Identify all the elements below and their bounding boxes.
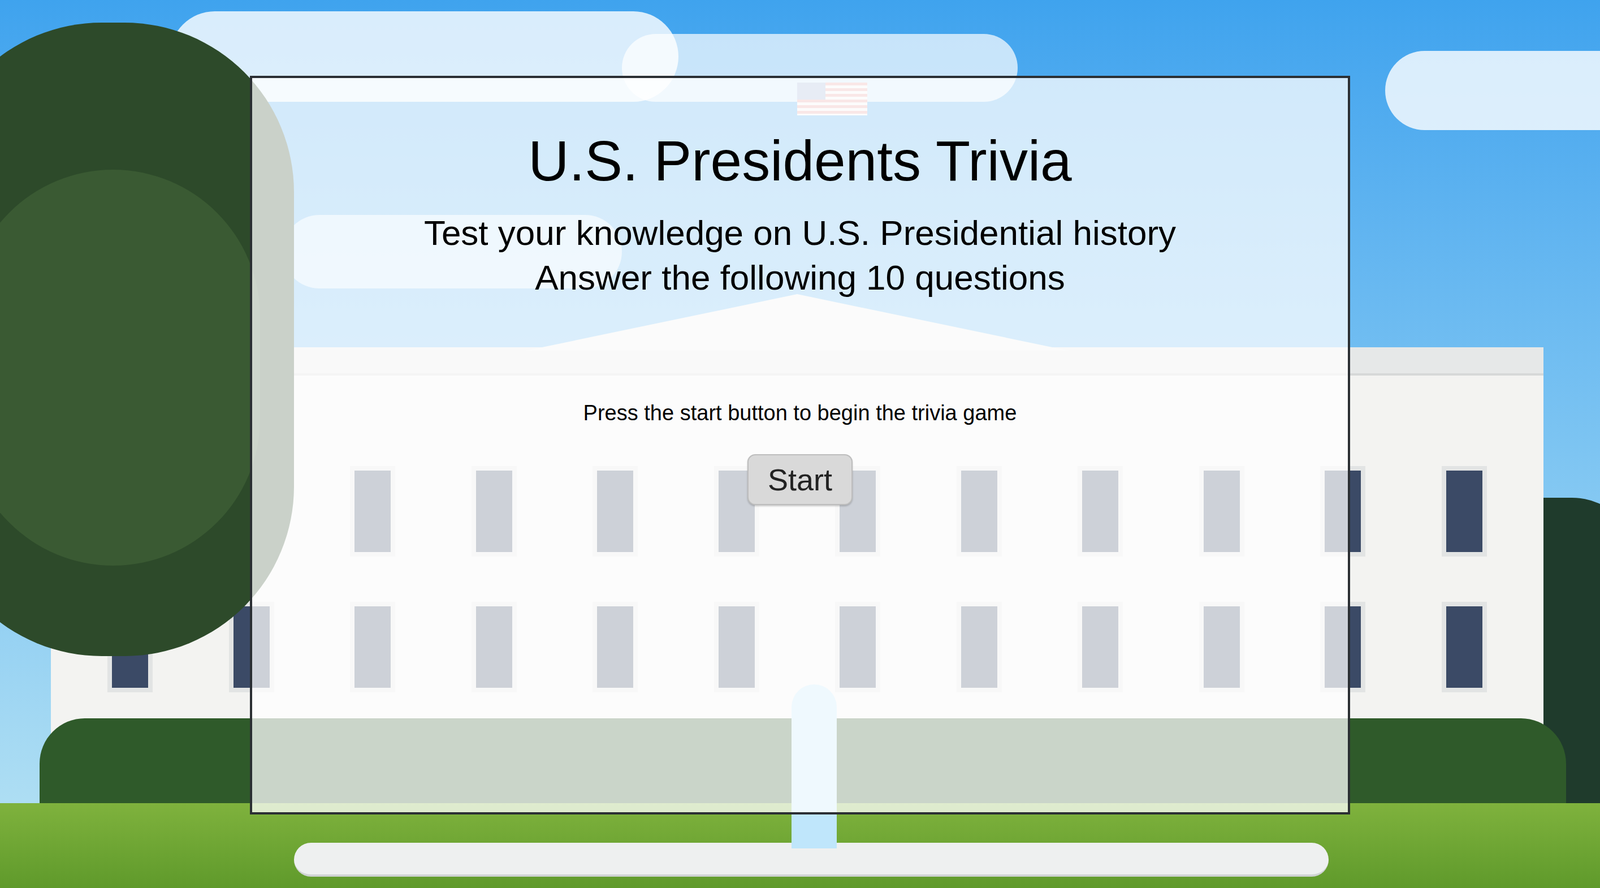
tree (0, 169, 261, 566)
game-title: U.S. Presidents Trivia (528, 126, 1072, 195)
start-button[interactable]: Start (747, 453, 853, 505)
trivia-panel: U.S. Presidents Trivia Test your knowled… (249, 75, 1351, 815)
subtitle: Test your knowledge on U.S. Presidential… (424, 210, 1176, 300)
window (1441, 601, 1487, 693)
instruction-text: Press the start button to begin the triv… (583, 399, 1018, 426)
subtitle-line: Test your knowledge on U.S. Presidential… (424, 210, 1176, 255)
window (1441, 465, 1487, 557)
game-screen: U.S. Presidents Trivia Test your knowled… (0, 0, 1600, 888)
subtitle-line: Answer the following 10 questions (534, 254, 1065, 300)
cloud (1385, 50, 1600, 131)
